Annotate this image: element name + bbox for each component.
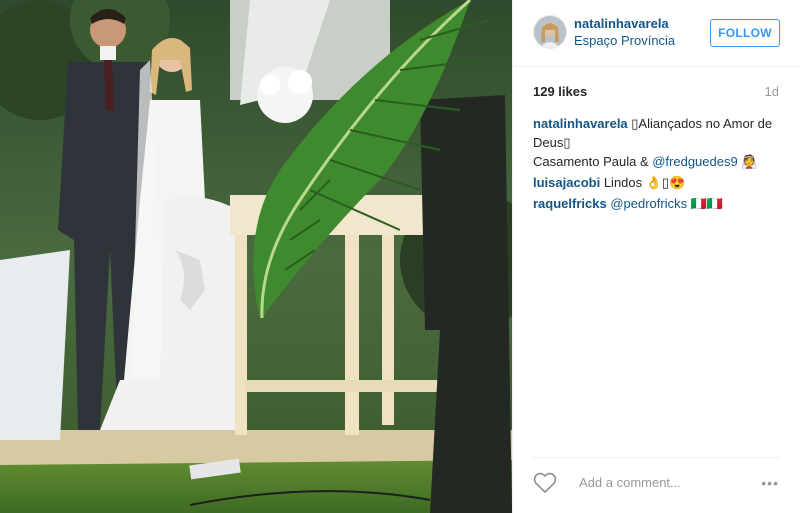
comment-mention[interactable]: @fredguedes9: [652, 154, 737, 169]
post-photo[interactable]: [0, 0, 512, 513]
user-block: natalinhavarela Espaço Província: [574, 16, 675, 49]
comment-input[interactable]: Add a comment...: [579, 475, 681, 490]
comment-emoji: 👰: [741, 154, 758, 169]
follow-button[interactable]: FOLLOW: [710, 19, 780, 47]
location-link[interactable]: Espaço Província: [574, 33, 675, 49]
likes-count[interactable]: 129 likes: [533, 84, 587, 99]
comment-mention[interactable]: @pedrofricks: [610, 196, 687, 211]
comment-item: natalinhavarela ▯Aliançados no Amor de D…: [533, 114, 779, 171]
avatar[interactable]: [533, 15, 567, 49]
avatar-image: [534, 16, 566, 48]
comment-username[interactable]: natalinhavarela: [533, 116, 628, 131]
comment-username[interactable]: luisajacobi: [533, 175, 600, 190]
post-sidebar: natalinhavarela Espaço Província FOLLOW …: [512, 0, 800, 513]
wedding-photo: [0, 0, 512, 513]
comment-emoji: 🇮🇹🇮🇹: [690, 196, 724, 211]
instagram-post: natalinhavarela Espaço Província FOLLOW …: [0, 0, 800, 513]
username-link[interactable]: natalinhavarela: [574, 16, 675, 32]
comment-username[interactable]: raquelfricks: [533, 196, 607, 211]
comment-item: raquelfricks @pedrofricks 🇮🇹🇮🇹: [533, 194, 779, 213]
comment-text-line2: Casamento Paula &: [533, 154, 653, 169]
post-footer: Add a comment... •••: [533, 457, 779, 506]
comment-text: Lindos 👌▯😍: [603, 175, 686, 190]
heart-icon[interactable]: [533, 472, 557, 494]
likes-row: 129 likes 1d: [533, 84, 779, 99]
comments-list: natalinhavarela ▯Aliançados no Amor de D…: [533, 114, 779, 215]
more-options-icon[interactable]: •••: [761, 475, 779, 491]
comment-item: luisajacobi Lindos 👌▯😍: [533, 173, 779, 192]
post-time[interactable]: 1d: [765, 84, 779, 99]
post-header: natalinhavarela Espaço Província FOLLOW: [513, 0, 800, 67]
